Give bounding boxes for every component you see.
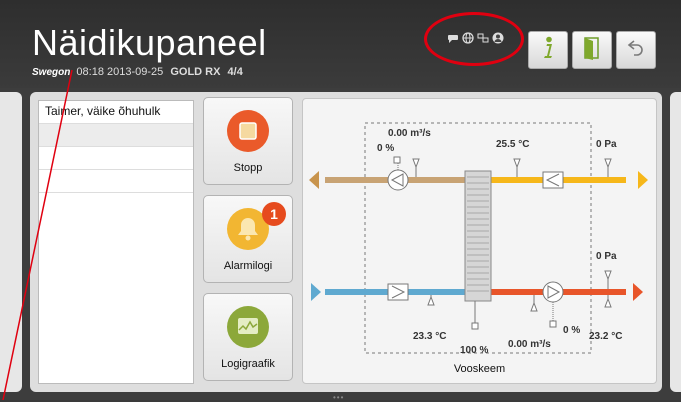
- stop-button[interactable]: Stopp: [203, 97, 293, 185]
- exhaust-arrow: [309, 171, 319, 189]
- supply-damper-value: 0 %: [563, 325, 581, 336]
- extract-flow-value: 0.00 m³/s: [388, 128, 431, 139]
- graph-icon: [227, 306, 269, 348]
- supply-pressure-value: 0 Pa: [596, 251, 617, 262]
- alarm-log-button[interactable]: 1 Alarmilogi: [203, 195, 293, 283]
- page-dots: •••: [333, 393, 345, 402]
- log-graph-label: Logigraafik: [221, 358, 275, 370]
- flow-scheme-label: Vooskeem: [453, 363, 506, 375]
- page-indicator: 4/4: [227, 66, 243, 78]
- supply-out-arrow: [633, 283, 643, 301]
- list-item[interactable]: [39, 147, 193, 170]
- stop-label: Stopp: [233, 162, 263, 174]
- header-bar: Näidikupaneel Swegon 08:18 2013-09-25 GO…: [0, 0, 681, 88]
- page-title: Näidikupaneel: [32, 22, 267, 63]
- outdoor-temp-value: 23.3 °C: [413, 331, 447, 342]
- outdoor-in-arrow: [311, 283, 321, 301]
- status-line: Swegon 08:18 2013-09-25 GOLD RX 4/4: [32, 66, 243, 78]
- timer-list: Taimer, väike õhuhulk: [38, 100, 194, 384]
- heat-exchanger: [464, 170, 492, 302]
- alarm-log-label: Alarmilogi: [223, 260, 273, 272]
- info-button[interactable]: [528, 31, 568, 69]
- info-icon: [538, 36, 558, 65]
- list-item[interactable]: Taimer, väike õhuhulk: [39, 101, 193, 124]
- next-page-edge[interactable]: [670, 92, 681, 392]
- supply-temp-value: 23.2 °C: [589, 331, 623, 342]
- clock-time: 08:18: [76, 66, 104, 78]
- exit-button[interactable]: [572, 31, 612, 69]
- clock-date: 2013-09-25: [107, 66, 164, 78]
- unit-model: GOLD RX: [170, 66, 221, 78]
- exchanger-efficiency-value: 100 %: [460, 345, 489, 356]
- brand-logo: Swegon: [32, 67, 71, 78]
- annotation-circle: [424, 12, 524, 66]
- flow-scheme-button[interactable]: 0.00 m³/s 0 % 25.5 °C 0 Pa 0 Pa 23.3 °C …: [302, 98, 657, 384]
- alarm-count-badge: 1: [262, 202, 286, 226]
- log-graph-button[interactable]: Logigraafik: [203, 293, 293, 381]
- door-icon: [582, 36, 602, 65]
- back-arrow-icon: [625, 37, 647, 64]
- supply-flow-value: 0.00 m³/s: [508, 339, 551, 350]
- list-item[interactable]: [39, 124, 193, 147]
- back-button[interactable]: [616, 31, 656, 69]
- list-item[interactable]: [39, 170, 193, 193]
- extract-damper-value: 0 %: [377, 143, 395, 154]
- stop-icon: [227, 110, 269, 152]
- prev-page-edge[interactable]: [0, 92, 22, 392]
- extract-temp-value: 25.5 °C: [496, 139, 530, 150]
- extract-in-arrow: [638, 171, 648, 189]
- extract-pressure-value: 0 Pa: [596, 139, 617, 150]
